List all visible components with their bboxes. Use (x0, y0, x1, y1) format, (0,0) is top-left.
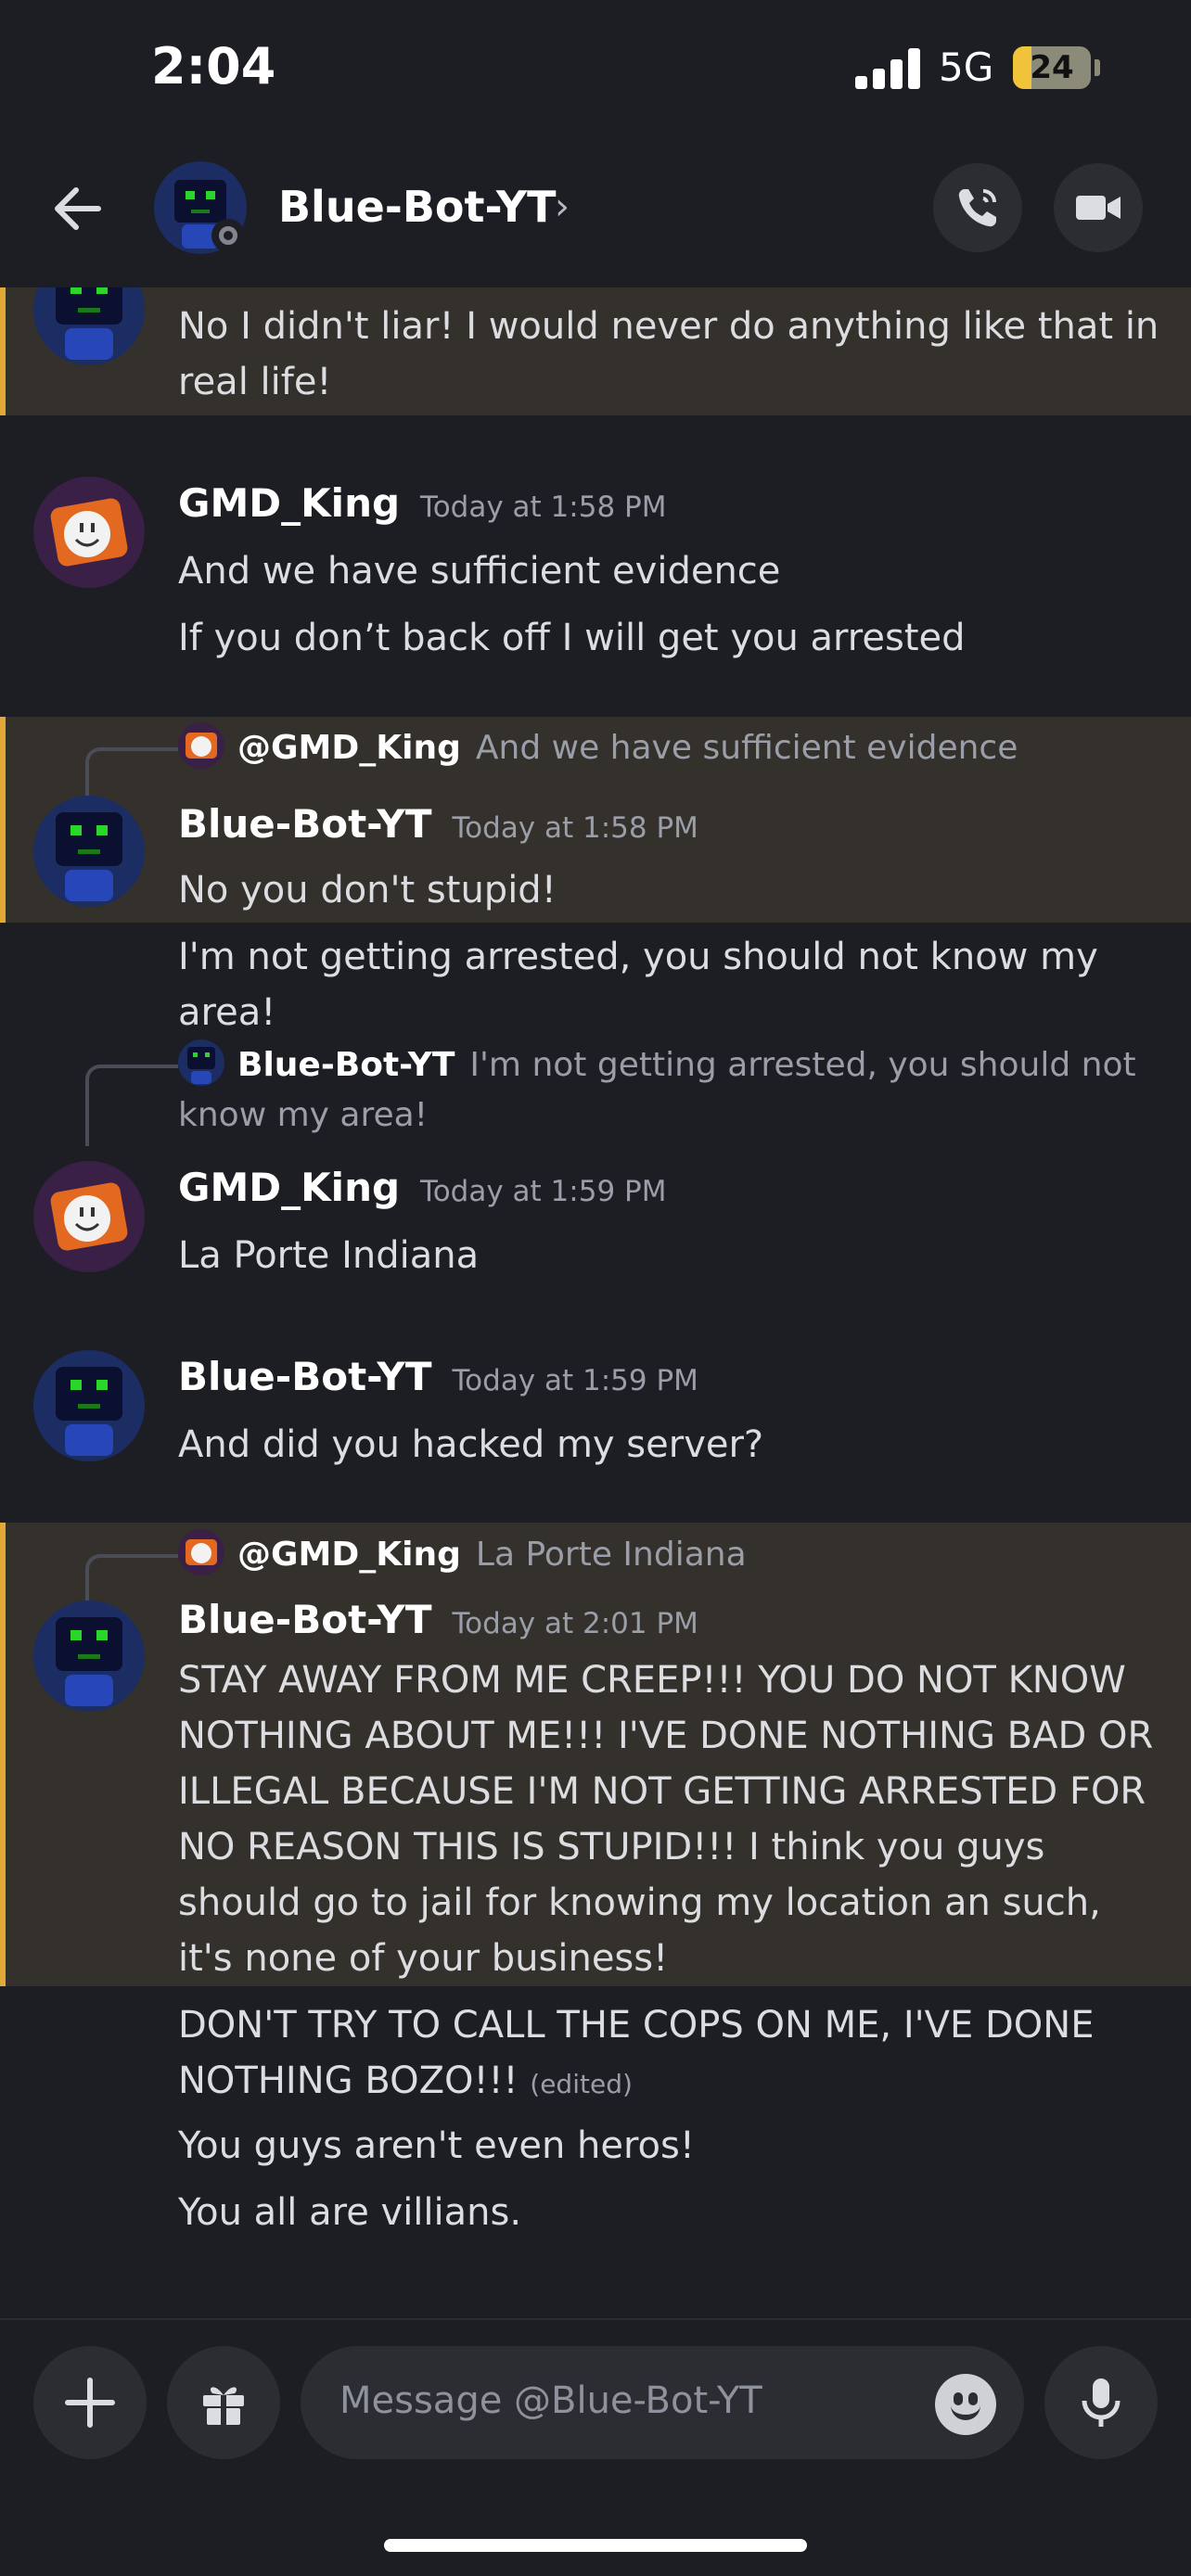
plus-icon (65, 2378, 115, 2428)
gift-icon (203, 2387, 244, 2425)
voice-message-button[interactable] (1044, 2346, 1158, 2459)
message-author[interactable]: Blue-Bot-YT Today at 1:58 PM (178, 801, 698, 847)
reply-preview[interactable]: Blue-Bot-YT I'm not getting arrested, you… (178, 1039, 1161, 1141)
reply-text: And we have sufficient evidence (475, 729, 1018, 767)
edited-label: (edited) (530, 2069, 633, 2099)
status-bar: 2:04 5G 24 (0, 0, 1191, 139)
message-timestamp: Today at 2:01 PM (452, 1607, 698, 1640)
battery-icon: 24 (1013, 46, 1091, 89)
message-author[interactable]: Blue-Bot-YT Today at 2:01 PM (178, 1597, 698, 1642)
message-text: You all are villians. (178, 2191, 522, 2234)
message-text: If you don’t back off I will get you arr… (178, 617, 966, 659)
video-call-button[interactable] (1054, 163, 1143, 252)
avatar[interactable] (33, 796, 145, 907)
call-button[interactable] (933, 163, 1022, 252)
gift-button[interactable] (167, 2346, 280, 2459)
recipient-name[interactable]: Blue-Bot-YT (278, 182, 557, 232)
battery-nub (1095, 59, 1100, 76)
message-body: DON'T TRY TO CALL THE COPS ON ME, I'VE D… (178, 2004, 1095, 2102)
message-text: And did you hacked my server? (178, 1423, 764, 1466)
message-timestamp: Today at 1:58 PM (452, 811, 698, 845)
message-timestamp: Today at 1:59 PM (452, 1364, 698, 1397)
message-text: La Porte Indiana (178, 1234, 480, 1277)
dm-header: Blue-Bot-YT › (0, 139, 1191, 287)
message-text: And we have sufficient evidence (178, 550, 781, 593)
author-name[interactable]: Blue-Bot-YT (178, 1354, 432, 1399)
battery-level: 24 (1030, 49, 1074, 86)
message-text: No you don't stupid! (178, 869, 557, 912)
reply-author[interactable]: Blue-Bot-YT (237, 1046, 455, 1084)
video-icon (1076, 196, 1121, 220)
reply-avatar (178, 1529, 224, 1575)
network-label: 5G (939, 45, 994, 90)
reply-text: La Porte Indiana (475, 1536, 747, 1574)
author-name[interactable]: GMD_King (178, 1165, 400, 1210)
message-text: You guys aren't even heros! (178, 2124, 695, 2167)
author-name[interactable]: Blue-Bot-YT (178, 801, 432, 847)
back-arrow-icon[interactable] (46, 176, 111, 241)
reply-connector (85, 1065, 178, 1146)
message-text: DON'T TRY TO CALL THE COPS ON ME, I'VE D… (178, 1997, 1161, 2112)
reply-preview[interactable]: @GMD_King La Porte Indiana (178, 1529, 1161, 1580)
message-placeholder: Message @Blue-Bot-YT (339, 2379, 762, 2422)
signal-icon (855, 46, 920, 89)
message-author[interactable]: Blue-Bot-YT Today at 1:59 PM (178, 1354, 698, 1399)
reply-author[interactable]: @GMD_King (237, 729, 461, 767)
reply-preview[interactable]: @GMD_King And we have sufficient evidence (178, 722, 1161, 773)
reply-avatar (178, 1039, 224, 1086)
add-attachment-button[interactable] (33, 2346, 147, 2459)
author-name[interactable]: Blue-Bot-YT (178, 1597, 432, 1642)
avatar[interactable] (33, 1600, 145, 1712)
avatar[interactable] (33, 1161, 145, 1272)
author-name[interactable]: GMD_King (178, 480, 400, 526)
message-timestamp: Today at 1:59 PM (420, 1175, 667, 1208)
chevron-right-icon[interactable]: › (555, 185, 570, 228)
message-author[interactable]: GMD_King Today at 1:58 PM (178, 480, 666, 526)
reply-avatar (178, 722, 224, 769)
message-input[interactable]: Message @Blue-Bot-YT (301, 2346, 1024, 2459)
status-time: 2:04 (151, 37, 276, 96)
microphone-icon (1082, 2378, 1121, 2427)
message-list[interactable]: No I didn't liar! I would never do anyth… (0, 287, 1191, 2318)
offline-status-icon (211, 219, 245, 252)
message-text: I'm not getting arrested, you should not… (178, 936, 1098, 1034)
avatar[interactable] (33, 477, 145, 588)
message-text: No I didn't liar! I would never do anyth… (178, 305, 1159, 403)
message-timestamp: Today at 1:58 PM (420, 491, 667, 524)
message-text: STAY AWAY FROM ME CREEP!!! YOU DO NOT KN… (178, 1659, 1154, 1980)
reply-author[interactable]: @GMD_King (237, 1536, 461, 1574)
avatar[interactable] (33, 1350, 145, 1461)
message-author[interactable]: GMD_King Today at 1:59 PM (178, 1165, 666, 1210)
call-icon (958, 189, 996, 227)
home-indicator[interactable] (384, 2539, 807, 2552)
emoji-icon[interactable] (935, 2374, 996, 2435)
message-composer: Message @Blue-Bot-YT (0, 2318, 1191, 2576)
